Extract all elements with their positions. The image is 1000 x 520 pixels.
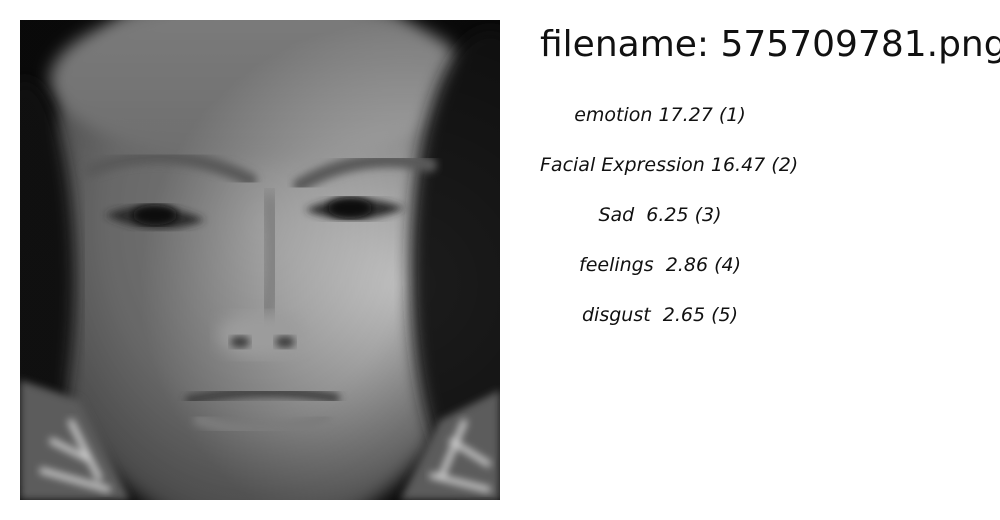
filename-title: filename: 575709781.png — [540, 24, 1000, 65]
face-photo-illustration — [20, 20, 500, 500]
label-list: emotion 17.27 (1) Facial Expression 16.4… — [540, 100, 799, 350]
label-item: Facial Expression 16.47 (2) — [540, 154, 799, 176]
face-photo — [20, 20, 500, 500]
label-item: feelings 2.86 (4) — [579, 254, 741, 276]
label-item: disgust 2.65 (5) — [581, 304, 739, 326]
label-item: emotion 17.27 (1) — [574, 104, 746, 126]
label-item: Sad 6.25 (3) — [598, 204, 722, 226]
